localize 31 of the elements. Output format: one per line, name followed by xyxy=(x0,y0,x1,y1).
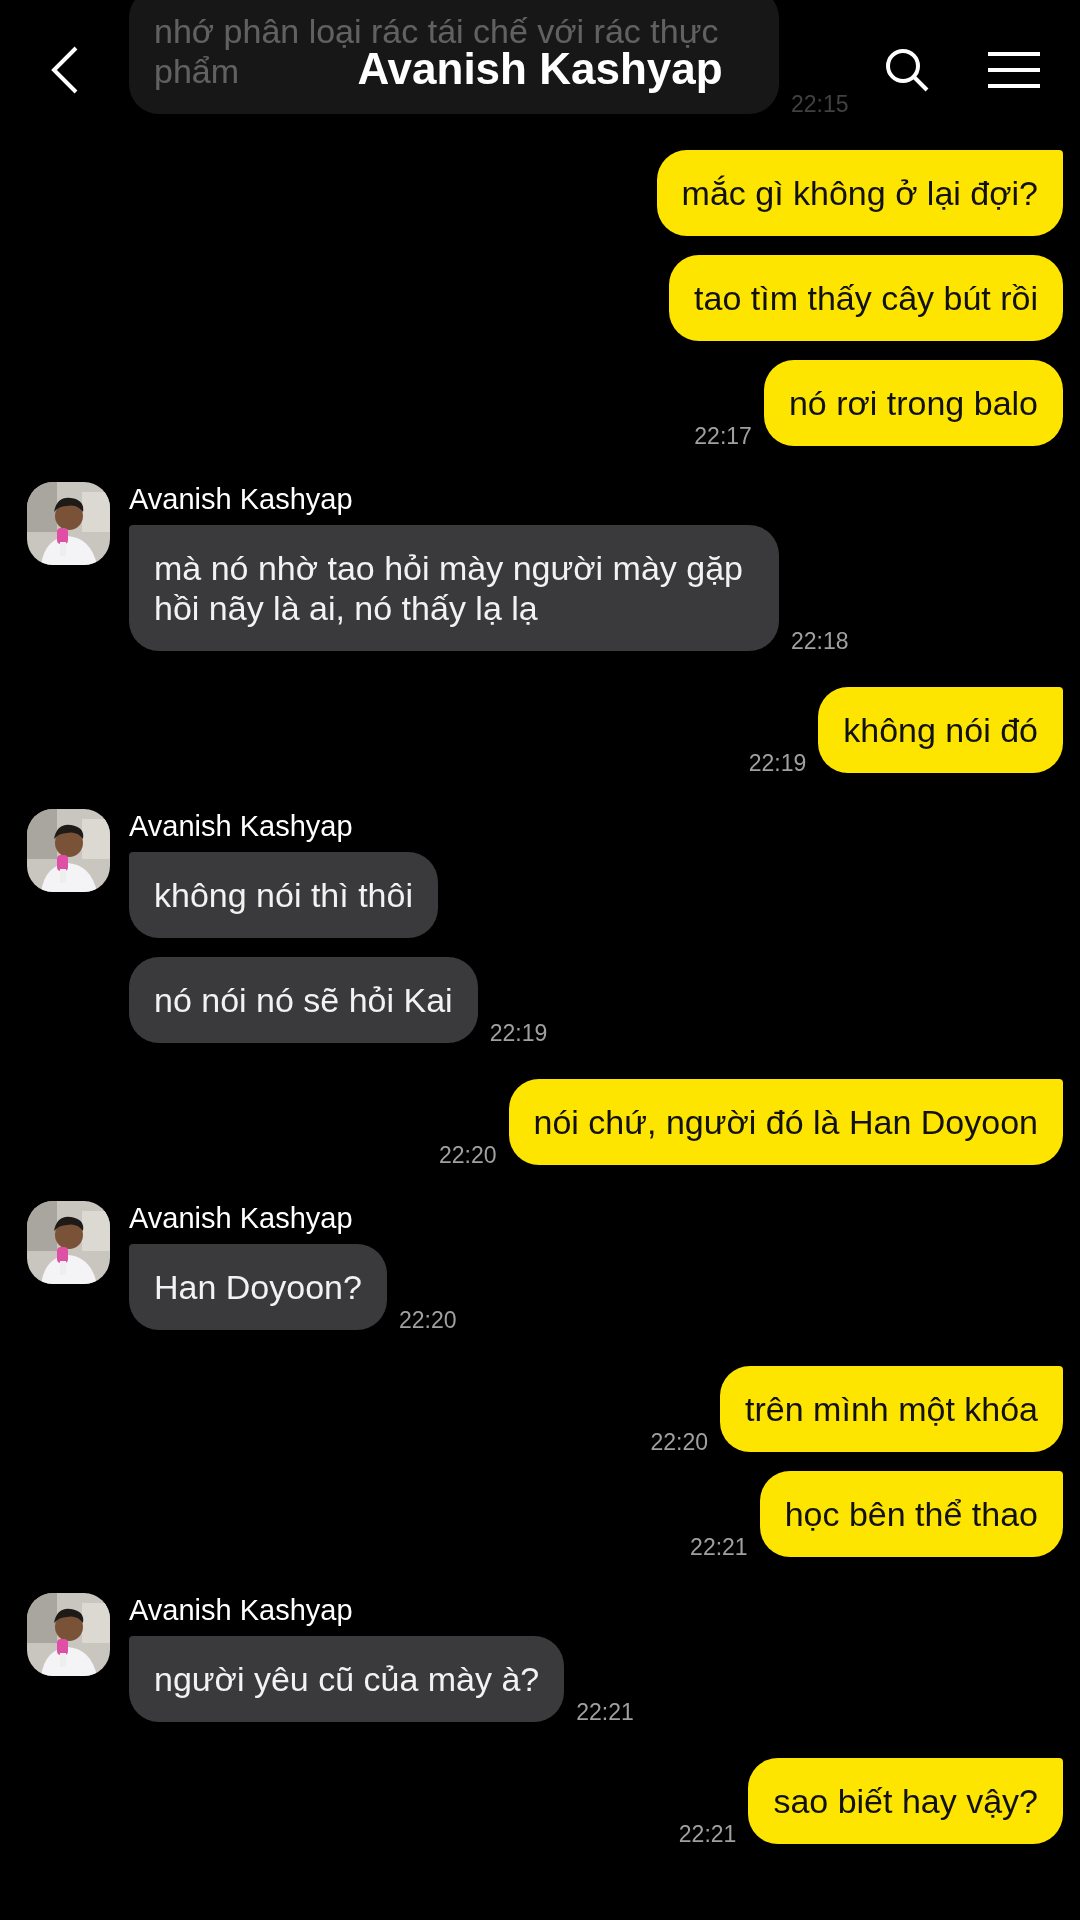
message-time: 22:15 xyxy=(791,91,849,118)
back-button[interactable] xyxy=(50,45,80,95)
message-bubble: Han Doyoon? xyxy=(129,1244,387,1330)
message-time: 22:17 xyxy=(694,423,752,450)
sender-name: Avanish Kashyap xyxy=(129,809,354,843)
message-bubble: trên mình một khóa xyxy=(720,1366,1063,1452)
message-bubble: không nói thì thôi xyxy=(129,852,438,938)
message-bubble: không nói đó xyxy=(818,687,1063,773)
message-bubble: mà nó nhờ tao hỏi mày người mày gặp hồi nãy là ai, nó thấy lạ lạ xyxy=(129,525,779,651)
message-bubble: học bên thể thao xyxy=(759,1471,1063,1557)
message-time: 22:21 xyxy=(690,1534,748,1561)
message-bubble: mắc gì không ở lại đợi? xyxy=(656,150,1063,236)
message-bubble: nói chứ, người đó là Han Doyoon xyxy=(508,1079,1063,1165)
message-time: 22:20 xyxy=(398,1307,457,1334)
sender-name: Avanish Kashyap xyxy=(129,1201,354,1235)
message-bubble: sao biết hay vậy? xyxy=(748,1758,1063,1844)
message-bubble: người yêu cũ của mày à? xyxy=(129,1636,565,1722)
sender-name: Avanish Kashyap xyxy=(129,1593,354,1627)
message-time: 22:19 xyxy=(748,750,807,777)
message-time: 22:21 xyxy=(576,1699,634,1726)
sender-name: Avanish Kashyap xyxy=(129,482,354,516)
message-bubble: nó nói nó sẽ hỏi Kai xyxy=(129,957,478,1043)
message-time: 22:21 xyxy=(678,1821,737,1848)
message-time: 22:20 xyxy=(439,1142,497,1169)
message-bubble: nó rơi trong balo xyxy=(763,360,1063,446)
message-time: 22:20 xyxy=(650,1429,709,1456)
message-time: 22:18 xyxy=(791,628,849,655)
menu-icon[interactable] xyxy=(988,52,1040,88)
search-icon[interactable] xyxy=(884,47,930,93)
message-time: 22:19 xyxy=(489,1020,548,1047)
message-bubble: tao tìm thấy cây bút rồi xyxy=(669,255,1063,341)
